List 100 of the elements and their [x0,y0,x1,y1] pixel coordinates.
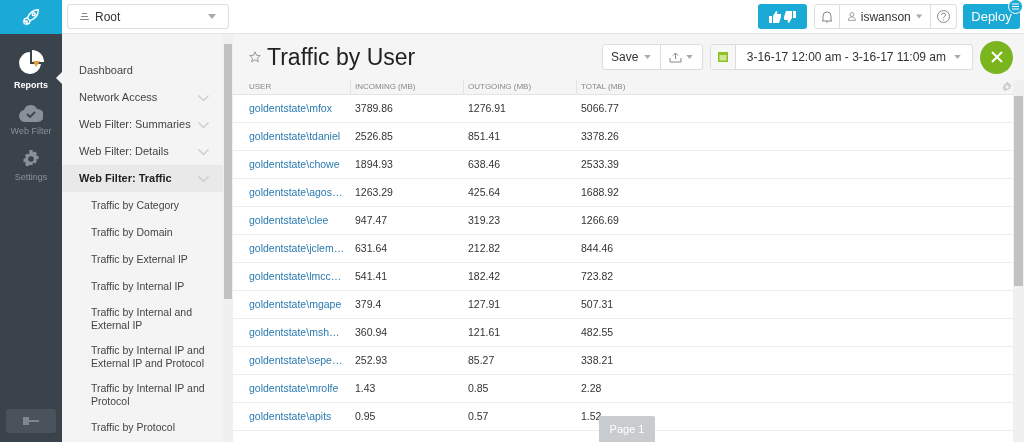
date-range-picker[interactable]: 3-16-17 12:00 am - 3-16-17 11:09 am [709,44,973,70]
table-cell: 1.52 [581,410,602,423]
table-cell: 212.82 [468,242,501,255]
nav-subitem[interactable]: Traffic by Protocol [62,414,223,441]
bell-icon [821,10,833,23]
nav-subitem[interactable]: Traffic by Internal IP and Protocol [62,376,223,414]
scope-selector[interactable]: Root [67,4,229,29]
chevron-icon [198,121,209,128]
table-cell: 379.4 [355,298,382,311]
thumbs-down-icon [784,10,796,23]
scrollbar-thumb[interactable] [1014,96,1023,286]
caret-icon [686,55,694,59]
table-cell: 1276.91 [468,102,506,115]
user-link[interactable]: goldentstate\tdaniel [249,130,341,143]
table-cell: 0.57 [468,410,489,423]
help-icon [937,10,950,23]
nav-subitem[interactable]: Traffic by External IP [62,246,223,273]
export-icon [669,51,683,63]
nav-item[interactable]: Dashboard [62,57,223,84]
nav-subitem[interactable]: Traffic by Category [62,192,223,219]
nav-item[interactable]: Web Filter: Details [62,138,223,165]
caret-icon [208,14,216,19]
table-cell: 947.47 [355,214,388,227]
user-link[interactable]: goldentstate\clee [249,214,329,227]
nav-subitem[interactable]: Traffic by Internal IP [62,273,223,300]
column-header[interactable]: TOTAL (MB) [577,80,1013,94]
username: iswanson [860,8,911,26]
user-link[interactable]: goldentstate\apits [249,410,332,423]
star-icon[interactable] [249,51,261,63]
user-link[interactable]: goldentstate\msh… [249,326,340,339]
scrollbar-thumb[interactable] [224,44,232,299]
table-cell: 85.27 [468,354,495,367]
table-cell: 723.82 [581,270,614,283]
nav-subitem[interactable]: Traffic by Internal IP and External IP and Protocol [62,338,223,376]
table-cell: 425.64 [468,186,501,199]
user-link[interactable]: goldentstate\mrolfe [249,382,339,395]
chevron-icon [198,175,209,182]
table-cell: 541.41 [355,270,388,283]
caret-icon [915,14,922,19]
user-link[interactable]: goldentstate\mgape [249,298,342,311]
cloud-check-icon [19,104,43,122]
user-link[interactable]: goldentstate\agos… [249,186,343,199]
table-cell: 1.43 [355,382,376,395]
table-cell: 844.46 [581,242,614,255]
rail-item[interactable]: Settings [0,150,62,185]
table-cell: 5066.77 [581,102,619,115]
table-cell: 3378.26 [581,130,619,143]
table-cell: 507.31 [581,298,614,311]
nav-subitem[interactable]: Traffic by Domain [62,219,223,246]
calendar-icon [717,52,728,62]
menu-icon[interactable] [1008,0,1023,14]
table-cell: 360.94 [355,326,388,339]
table-cell: 0.95 [355,410,376,423]
table-cell: 338.21 [581,354,614,367]
rail-item[interactable]: Web Filter [0,104,62,138]
column-header[interactable]: INCOMING (MB) [351,80,464,94]
table-cell: 482.55 [581,326,614,339]
table-cell: 2533.39 [581,158,619,171]
caret-icon [954,55,961,59]
table-cell: 319.23 [468,214,501,227]
nav-item[interactable]: Web Filter: Summaries [62,111,223,138]
table-cell: 1266.69 [581,214,619,227]
table-cell: 2526.85 [355,130,393,143]
chevron-icon [198,148,209,155]
chevron-icon [198,94,209,101]
report-title: Traffic by User [267,42,416,72]
table-cell: 1263.29 [355,186,393,199]
table-cell: 1894.93 [355,158,393,171]
rocket-icon [20,6,42,28]
table-cell: 631.64 [355,242,388,255]
gear-icon [22,150,40,168]
settings-icon[interactable] [1002,82,1012,92]
table-cell: 2.28 [581,382,602,395]
table-cell: 252.93 [355,354,388,367]
table-cell: 121.61 [468,326,501,339]
deploy-button[interactable]: Deploy [963,4,1020,30]
table-cell: 638.46 [468,158,501,171]
nav-item[interactable]: Web Filter: Traffic [62,165,223,192]
user-link[interactable]: goldentstate\sepe… [249,354,343,367]
user-link[interactable]: goldentstate\mfox [249,102,332,115]
column-header[interactable]: USER [233,80,351,94]
caret-icon [644,55,652,59]
thumbs-up-icon [769,10,781,23]
user-link[interactable]: goldentstate\lmcc… [249,270,342,283]
tools-button[interactable] [980,40,1013,74]
user-link[interactable]: goldentstate\chowe [249,158,340,171]
logo-tile[interactable] [0,0,62,34]
table-cell: 0.85 [468,382,489,395]
user-icon [848,11,856,22]
feedback-button[interactable] [758,4,807,29]
scope-value: Root [95,8,121,26]
column-header[interactable]: OUTGOING (MB) [464,80,577,94]
user-link[interactable]: goldentstate\jclem… [249,242,345,255]
table-cell: 3789.86 [355,102,393,115]
collapse-button[interactable] [6,409,56,433]
table-cell: 1688.92 [581,186,619,199]
table-cell: 851.41 [468,130,501,143]
nav-subitem[interactable]: Traffic by Internal and External IP [62,300,223,338]
nav-item[interactable]: Network Access [62,84,223,111]
table-cell: 127.91 [468,298,501,311]
